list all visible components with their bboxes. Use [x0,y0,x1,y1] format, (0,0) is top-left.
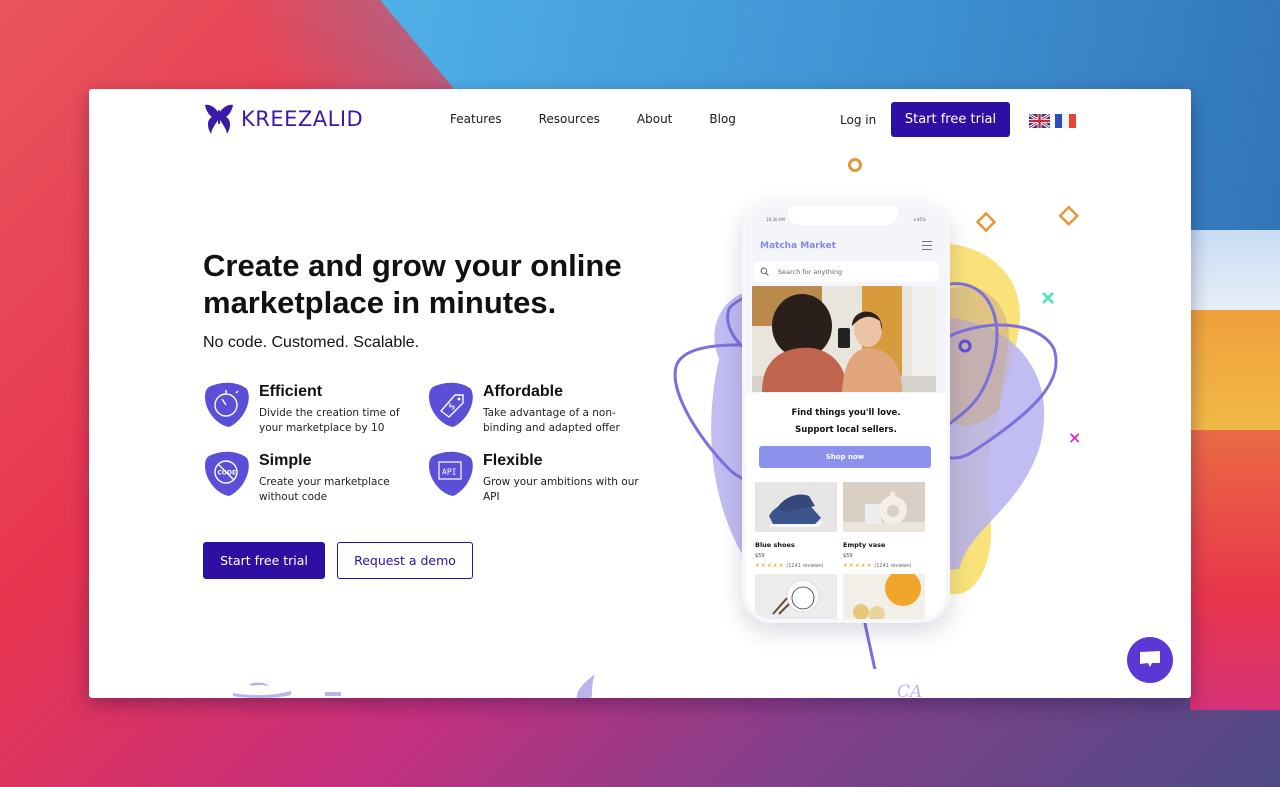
uk-flag-icon[interactable] [1029,114,1050,128]
product-price: $59 [755,553,765,559]
wallpaper-light-band [1190,230,1280,320]
login-link[interactable]: Log in [840,113,876,127]
svg-text:CA: CA [897,682,922,698]
nav-start-trial-button[interactable]: Start free trial [891,102,1010,137]
teal-cross-icon-right [1041,291,1055,305]
price-tag-icon: $ [429,382,473,427]
language-switcher [1029,114,1076,128]
product-name: Empty vase [843,541,886,549]
empty-vase-image [843,482,925,532]
hero-title: Create and grow your online marketplace … [203,248,622,320]
top-navbar: KREEZALID Features Resources About Blog … [89,89,1191,151]
product-card[interactable]: Empty vase $59 ★★★★★ (1241 reviews) [843,482,925,569]
phone-status-time: 10:30 AM [766,217,785,222]
brand-logo[interactable]: KREEZALID [203,104,363,134]
browser-window: KREEZALID Features Resources About Blog … [89,89,1191,698]
france-flag-icon[interactable] [1055,114,1076,128]
phone-mockup: 10:30 AM ▾ 85% Matcha Market Search for … [742,203,950,623]
api-icon: API [429,451,473,496]
svg-text:CODE: CODE [218,470,237,477]
hamburger-menu-icon[interactable] [922,241,932,250]
hero-subtitle: No code. Customed. Scalable. [203,334,420,351]
hero-start-trial-button[interactable]: Start free trial [203,542,325,579]
wallpaper-red-band [1190,430,1280,710]
tagline-line-2: Support local sellers. [795,425,897,435]
app-tagline: Find things you'll love. Support local s… [746,405,946,439]
stopwatch-icon [205,382,249,427]
search-icon [760,267,769,276]
product-image-bowls [755,574,837,619]
review-count: (1241 reviews) [874,563,912,569]
chat-bubble-icon [1140,651,1160,667]
product-name: Blue shoes [755,541,795,549]
tagline-line-1: Find things you'll love. [791,408,901,418]
partner-logo-1 [233,682,291,698]
product-rating: ★★★★★ (1241 reviews) [843,563,925,569]
product-image-candles [843,574,925,619]
phone-notch [788,207,898,225]
nav-link-blog[interactable]: Blog [709,112,736,126]
review-count: (1241 reviews) [786,563,824,569]
hero-photo-two-women [752,286,936,392]
bottom-stem-line [862,618,877,669]
feature-description: Divide the creation time of your marketp… [259,407,400,434]
app-search-input[interactable]: Search for anything [754,262,938,282]
blue-shoes-image [755,482,837,532]
partner-logo-ca: CA [897,682,922,698]
partner-logo-2 [325,692,341,696]
brand-name: KREEZALID [241,107,364,131]
butterfly-icon [205,104,233,134]
phone-status-battery: ▾ 85% [913,217,926,222]
orange-ring-icon [848,158,862,172]
feature-title: Flexible [483,452,543,469]
feature-description: Create your marketplace without code [259,476,390,503]
nav-link-features[interactable]: Features [450,112,502,126]
star-rating-icon: ★★★★★ [843,563,873,569]
shop-now-button[interactable]: Shop now [759,446,931,468]
orange-diamond-icon [975,211,997,233]
svg-text:API: API [442,468,457,477]
nav-link-resources[interactable]: Resources [539,112,600,126]
feature-description: Grow your ambitions with our API [483,476,639,503]
product-price: $59 [843,553,853,559]
product-card[interactable]: Blue shoes $59 ★★★★★ (1241 reviews) [755,482,837,569]
orange-diamond-icon [1058,205,1079,227]
feature-title: Simple [259,452,312,469]
star-rating-icon: ★★★★★ [755,563,785,569]
search-placeholder: Search for anything [778,268,843,276]
feature-description: Take advantage of a non-binding and adap… [483,407,620,434]
phone-content: Find things you'll love. Support local s… [746,393,946,619]
feature-title: Efficient [259,383,323,400]
app-title: Matcha Market [760,241,836,251]
nav-link-about[interactable]: About [637,112,672,126]
magenta-cross-icon: × [1068,428,1079,447]
partner-logo-flame [576,674,595,698]
nav-links: Features Resources About Blog [450,112,773,126]
no-code-icon: CODE [205,451,249,496]
chat-button[interactable] [1127,637,1173,683]
feature-title: Affordable [483,383,563,400]
request-demo-button[interactable]: Request a demo [337,542,473,579]
product-rating: ★★★★★ (1241 reviews) [755,563,837,569]
wallpaper-orange-band [1190,310,1280,440]
